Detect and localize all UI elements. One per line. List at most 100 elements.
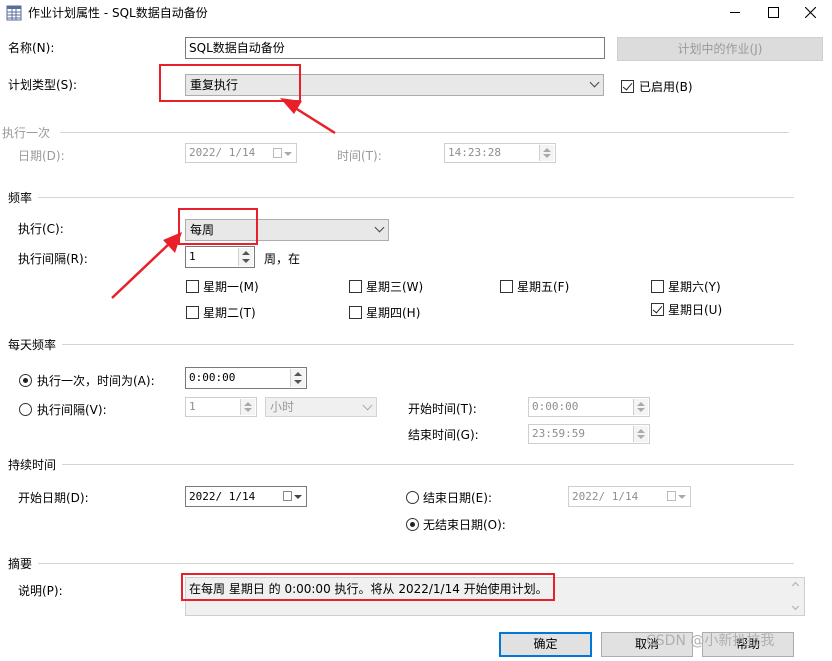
one-time-time-value: 14:23:28 <box>448 146 501 159</box>
occurs-every-input[interactable]: 1 <box>185 397 257 417</box>
one-time-date-input[interactable]: 2022/ 1/14 <box>185 143 297 163</box>
start-date-input[interactable]: 2022/ 1/14 <box>185 486 307 507</box>
frequency-divider <box>38 197 794 198</box>
duration-header: 持续时间 <box>8 458 57 472</box>
occurs-value: 每周 <box>190 223 215 237</box>
ok-button[interactable]: 确定 <box>499 632 592 657</box>
start-time-input[interactable]: 0:00:00 <box>528 397 650 417</box>
one-time-date-label: 日期(D): <box>18 149 65 163</box>
schedule-type-select[interactable]: 重复执行 <box>185 74 604 96</box>
occurs-once-radio[interactable] <box>19 374 32 387</box>
spin-icon <box>238 248 253 266</box>
daily-frequency-divider <box>62 344 794 345</box>
spin-icon <box>539 145 554 161</box>
chevron-down-icon <box>294 495 302 499</box>
day-checkbox-monday[interactable] <box>186 280 199 293</box>
maximize-icon <box>768 7 779 18</box>
app-icon <box>6 5 22 21</box>
day-checkbox-thursday[interactable] <box>349 306 362 319</box>
spin-icon <box>240 399 255 415</box>
spin-icon <box>633 426 648 442</box>
chevron-down-icon <box>374 222 385 233</box>
chevron-down-icon <box>589 77 600 88</box>
summary-header: 摘要 <box>8 557 33 571</box>
day-checkbox-tuesday[interactable] <box>186 306 199 319</box>
end-date-value: 2022/ 1/14 <box>572 490 639 503</box>
close-button[interactable] <box>790 0 832 26</box>
start-time-value: 0:00:00 <box>532 400 579 413</box>
watermark: CSDN @小新扒拉我 <box>646 633 775 649</box>
title-bar: 作业计划属性 - SQL数据自动备份 <box>0 0 832 26</box>
occurs-select[interactable]: 每周 <box>185 219 389 241</box>
enabled-label: 已启用(B) <box>639 80 693 94</box>
window-title: 作业计划属性 - SQL数据自动备份 <box>28 6 208 20</box>
start-date-value: 2022/ 1/14 <box>189 490 256 503</box>
day-label-thursday: 星期四(H) <box>366 306 421 320</box>
end-date-label: 结束日期(E): <box>423 491 492 505</box>
day-label-saturday: 星期六(Y) <box>668 280 721 294</box>
schedule-type-value: 重复执行 <box>190 78 239 92</box>
day-label-sunday: 星期日(U) <box>668 303 723 317</box>
one-time-date-value: 2022/ 1/14 <box>189 146 256 159</box>
occurs-once-label: 执行一次，时间为(A): <box>37 374 155 388</box>
end-date-radio[interactable] <box>406 491 419 504</box>
calendar-icon <box>273 148 282 158</box>
start-date-label: 开始日期(D): <box>18 491 89 505</box>
end-time-input[interactable]: 23:59:59 <box>528 424 650 444</box>
day-label-friday: 星期五(F) <box>517 280 570 294</box>
day-label-tuesday: 星期二(T) <box>203 306 256 320</box>
spin-icon <box>290 369 305 387</box>
occurs-once-time-value: 0:00:00 <box>189 371 236 384</box>
annotation-arrows <box>111 98 336 299</box>
daily-frequency-header: 每天频率 <box>8 338 57 352</box>
occurs-every-radio[interactable] <box>19 403 32 416</box>
arrow-to-occurs <box>111 232 182 299</box>
jobs-in-schedule-button[interactable]: 计划中的作业(J) <box>617 37 823 61</box>
end-time-value: 23:59:59 <box>532 427 585 440</box>
day-checkbox-friday[interactable] <box>500 280 513 293</box>
scroll-down-icon <box>791 602 800 611</box>
occurs-every-unit-value: 小时 <box>270 400 295 414</box>
chevron-down-icon <box>284 152 292 156</box>
description-value: 在每周 星期日 的 0:00:00 执行。将从 2022/1/14 开始使用计划… <box>189 582 548 596</box>
frequency-header: 频率 <box>8 191 33 205</box>
recur-input[interactable]: 1 <box>185 246 255 268</box>
day-checkbox-saturday[interactable] <box>651 280 664 293</box>
occurs-once-time-input[interactable]: 0:00:00 <box>185 367 307 389</box>
occurs-every-value: 1 <box>189 400 196 413</box>
spin-icon <box>633 399 648 415</box>
name-input[interactable]: SQL数据自动备份 <box>185 37 605 59</box>
calendar-icon <box>667 491 676 501</box>
occurs-label: 执行(C): <box>18 222 64 236</box>
end-date-input[interactable]: 2022/ 1/14 <box>568 486 691 507</box>
end-time-label: 结束时间(G): <box>408 428 479 442</box>
enabled-checkbox[interactable] <box>621 80 634 93</box>
minimize-icon <box>730 12 740 13</box>
schedule-type-label: 计划类型(S): <box>8 78 78 92</box>
scroll-up-icon <box>791 581 800 590</box>
one-time-divider <box>60 132 789 133</box>
occurs-every-unit-select[interactable]: 小时 <box>265 397 377 417</box>
close-icon <box>805 7 816 18</box>
name-label: 名称(N): <box>8 41 55 55</box>
one-time-header: 执行一次 <box>2 126 51 140</box>
day-label-monday: 星期一(M) <box>203 280 259 294</box>
day-label-wednesday: 星期三(W) <box>366 280 424 294</box>
minimize-button[interactable] <box>712 0 758 26</box>
chevron-down-icon <box>678 495 686 499</box>
scrollbar[interactable] <box>788 578 804 615</box>
description-label: 说明(P): <box>18 584 63 598</box>
occurs-every-label: 执行间隔(V): <box>37 403 107 417</box>
recur-value: 1 <box>189 250 196 263</box>
no-end-date-label: 无结束日期(O): <box>423 518 506 532</box>
no-end-date-radio[interactable] <box>406 518 419 531</box>
arrow-to-schedule-type <box>280 98 336 135</box>
day-checkbox-wednesday[interactable] <box>349 280 362 293</box>
one-time-time-input[interactable]: 14:23:28 <box>444 143 556 163</box>
description-textarea[interactable]: 在每周 星期日 的 0:00:00 执行。将从 2022/1/14 开始使用计划… <box>185 577 805 616</box>
calendar-icon <box>283 491 292 501</box>
recur-label: 执行间隔(R): <box>18 252 88 266</box>
recur-unit: 周，在 <box>264 252 301 266</box>
maximize-button[interactable] <box>758 0 788 26</box>
day-checkbox-sunday[interactable] <box>651 303 664 316</box>
